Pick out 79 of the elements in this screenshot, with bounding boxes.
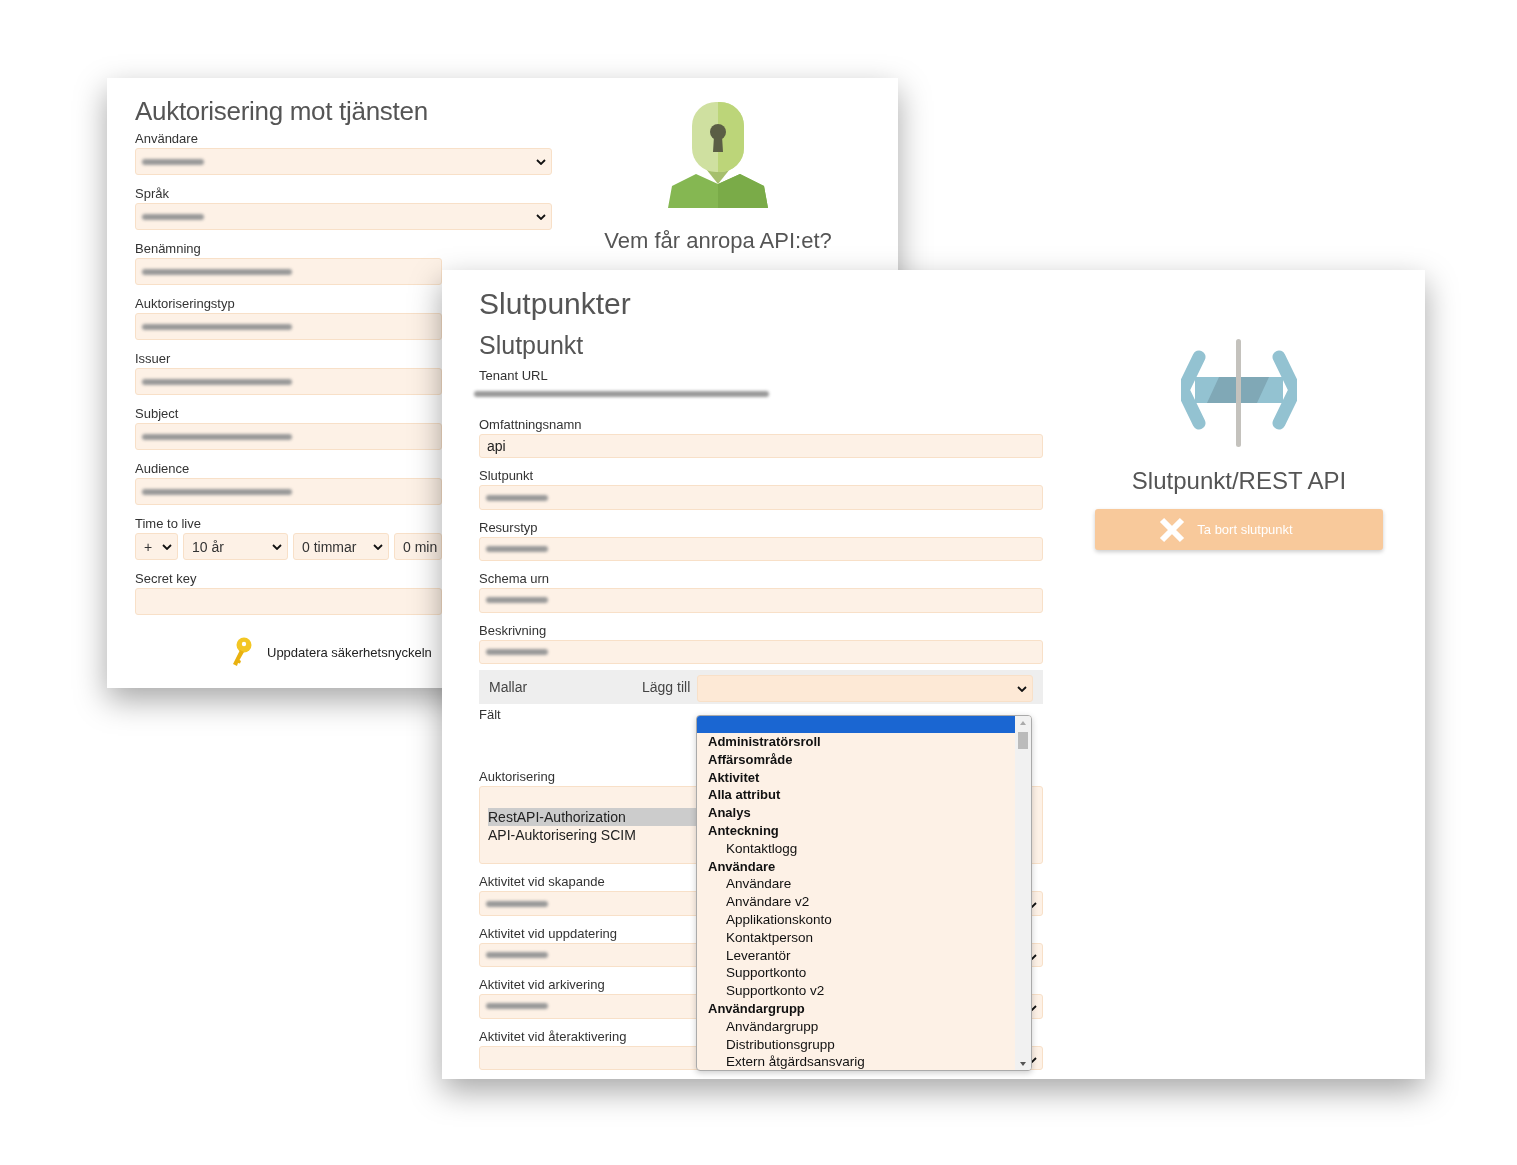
text-field[interactable] — [135, 423, 442, 450]
dropdown-option[interactable]: Distributionsgrupp — [697, 1035, 1015, 1054]
option-group-label: Användare — [707, 857, 777, 876]
blurred-value — [486, 1003, 548, 1010]
field-label: Auktorisering — [479, 768, 555, 787]
field-label: Aktivitet vid återaktivering — [479, 1027, 627, 1046]
dropdown-option[interactable]: Kontaktperson — [697, 928, 1015, 947]
add-label: Lägg till — [642, 678, 691, 695]
blurred-value — [486, 546, 548, 553]
text-field[interactable]: api — [479, 434, 1043, 459]
double-arrow-icon — [1181, 339, 1297, 447]
field-label: Språk — [135, 185, 169, 203]
templates-label: Mallar — [489, 678, 529, 695]
blurred-value — [486, 597, 548, 604]
window-title: Auktorisering mot tjänsten — [135, 95, 429, 128]
option-group-label: Affärsområde — [707, 750, 794, 769]
update-key-link[interactable]: Uppdatera säkerhetsnyckeln — [267, 644, 432, 660]
blank-option[interactable] — [697, 716, 1015, 733]
select-field[interactable]: 10 år — [183, 533, 288, 560]
field-label: Tenant URL — [479, 367, 548, 385]
blurred-value — [486, 952, 548, 958]
field-label: Aktivitet vid arkivering — [479, 976, 605, 995]
dropdown-option[interactable]: Användare — [697, 875, 1015, 894]
text-field[interactable] — [135, 258, 442, 285]
text-field[interactable] — [479, 639, 1043, 664]
option-group-label: Alla attribut — [707, 786, 782, 805]
option-group-label: Administratörsroll — [707, 733, 822, 751]
field-label: Schema urn — [479, 570, 550, 589]
text-field[interactable] — [479, 536, 1043, 562]
field-label: Omfattningsnamn — [479, 416, 582, 435]
text-field[interactable] — [135, 478, 442, 505]
select-field[interactable] — [697, 675, 1033, 702]
field-label: Issuer — [135, 350, 171, 368]
blurred-value — [142, 158, 204, 165]
field-label: Resurstyp — [479, 518, 538, 537]
field-label: Secret key — [135, 570, 197, 588]
field-label: Benämning — [135, 240, 201, 258]
caption: Vem får anropa API:et? — [604, 228, 832, 254]
field-label: Aktivitet vid uppdatering — [479, 924, 618, 943]
scrollbar[interactable] — [1015, 716, 1031, 1070]
person-keyhole-icon — [668, 102, 768, 208]
field-label: Fält — [479, 705, 501, 724]
select-field[interactable] — [135, 203, 552, 230]
field-label: Aktivitet vid skapande — [479, 873, 605, 892]
option-group-label: Användargrupp — [707, 999, 806, 1018]
select-field[interactable]: 0 timmar — [293, 533, 389, 560]
blurred-value — [486, 900, 548, 907]
text-field[interactable] — [135, 588, 442, 615]
field-label: Auktoriseringstyp — [135, 295, 235, 313]
field-label: Time to live — [135, 515, 201, 533]
field-label: Subject — [135, 405, 179, 423]
close-icon — [1159, 516, 1186, 543]
key-icon — [230, 637, 254, 667]
dropdown-option[interactable]: Kontaktlogg — [697, 839, 1015, 858]
field-label: Användare — [135, 130, 198, 148]
field-label: Slutpunkt — [479, 467, 534, 486]
blurred-value — [486, 648, 548, 655]
text-field[interactable] — [135, 368, 442, 395]
text-field[interactable] — [479, 485, 1043, 510]
dropdown-option[interactable]: Användare v2 — [697, 893, 1015, 911]
dropdown-option[interactable]: Supportkonto v2 — [697, 982, 1015, 1000]
blurred-value — [142, 213, 204, 220]
text-field[interactable] — [135, 313, 442, 340]
section-title: Slutpunkt — [479, 330, 585, 361]
field-label: Audience — [135, 460, 190, 478]
dropdown-option[interactable]: Användargrupp — [697, 1017, 1015, 1036]
caption: Slutpunkt/REST API — [1131, 467, 1347, 495]
dropdown-option[interactable]: Leverantör — [697, 946, 1015, 965]
blurred-value — [486, 494, 548, 501]
select-field[interactable]: 0 min — [394, 533, 442, 560]
select-field[interactable]: + — [135, 533, 178, 560]
window-title: Slutpunkter — [479, 286, 632, 322]
dropdown-option[interactable]: Applikationskonto — [697, 910, 1015, 929]
text-field[interactable] — [479, 588, 1043, 613]
dropdown-option[interactable]: Supportkonto — [697, 964, 1015, 983]
dropdown-option[interactable]: Extern åtgärdsansvarig — [697, 1053, 1015, 1070]
option-group-label: Aktivitet — [707, 768, 761, 787]
field-label: Beskrivning — [479, 621, 547, 640]
select-field[interactable] — [135, 148, 552, 175]
